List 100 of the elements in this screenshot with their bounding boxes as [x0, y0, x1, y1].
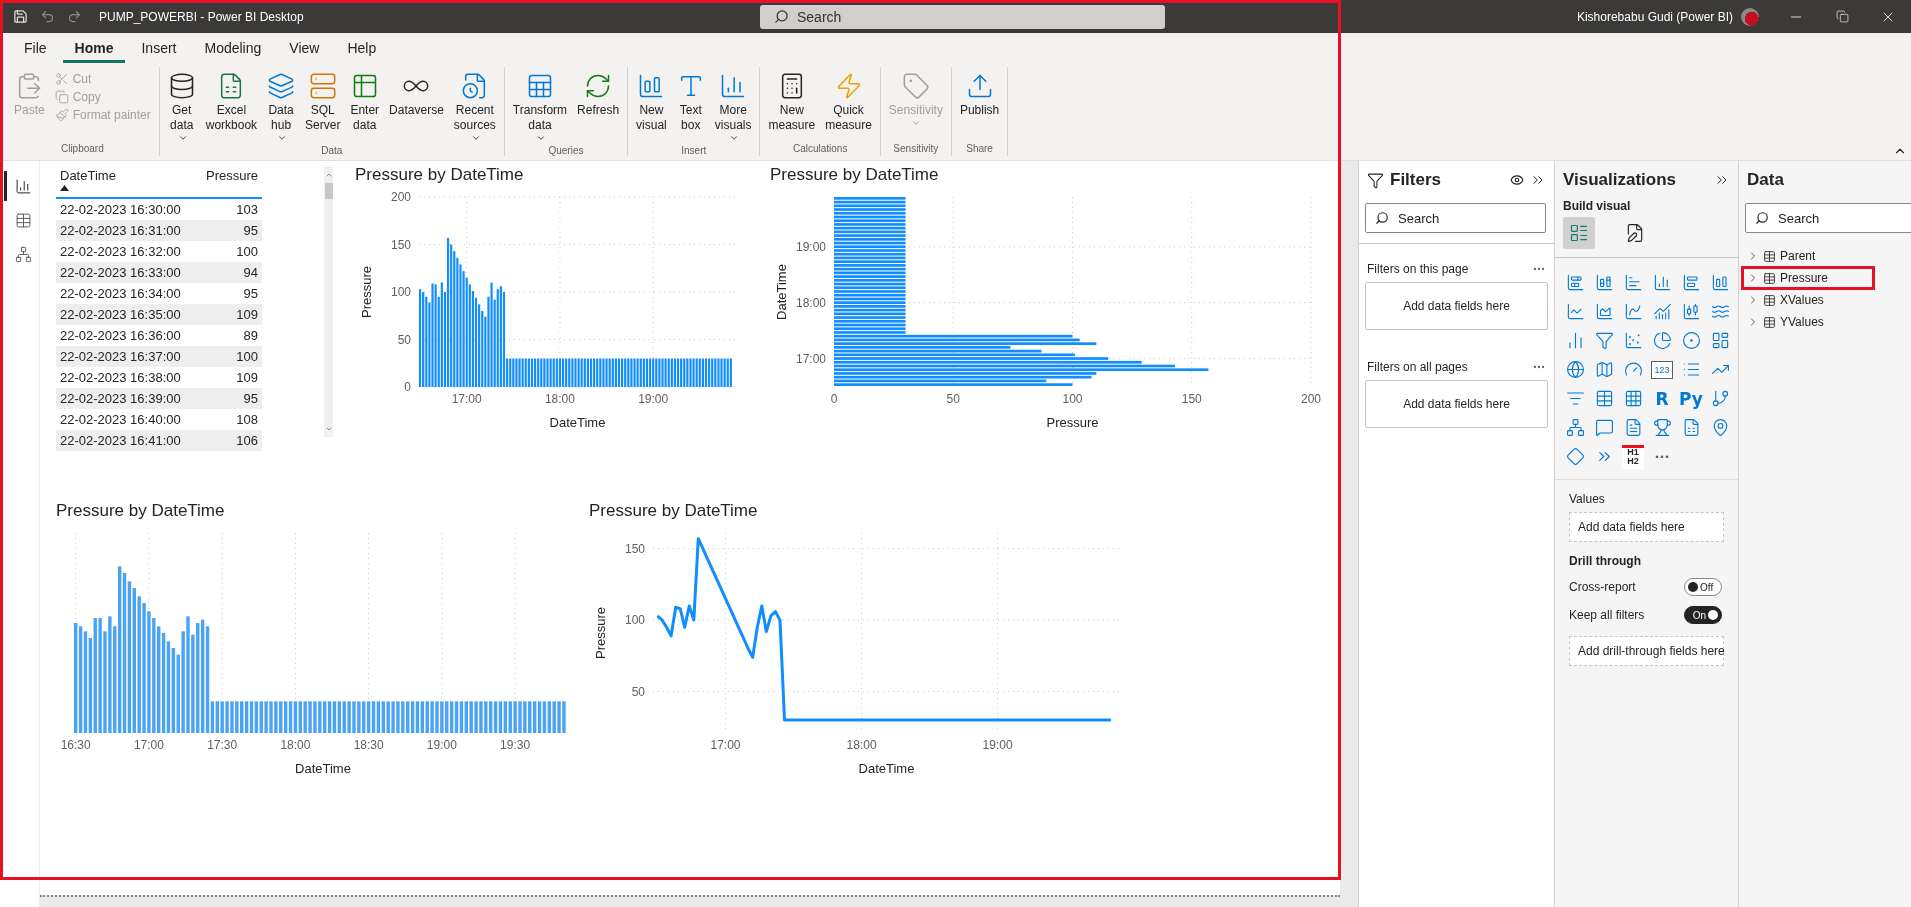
table-cell-text: 22-02-2023 16:31:00 [59, 223, 182, 238]
axis-tick-label: 17:00 [710, 738, 741, 752]
search-field[interactable]: Search [1745, 203, 1911, 233]
axis-tick-label: 200 [1301, 392, 1321, 406]
section-label: Drill through [1568, 554, 1642, 568]
menu-tab[interactable]: Help [335, 33, 389, 63]
axis-tick-label: 0 [404, 380, 411, 394]
table-cell-text: 22-02-2023 16:39:00 [59, 391, 182, 406]
ribbon-button[interactable]: Dataverse [385, 69, 448, 120]
axis-tick-label: 18:00 [544, 392, 575, 406]
drop-zone[interactable]: Add drill-through fields here [1569, 636, 1724, 666]
search-field[interactable]: Search [760, 4, 1165, 29]
table-cell-text: 103 [235, 202, 259, 217]
table-cell-text: 100 [235, 244, 259, 259]
axis-tick-label: 0 [830, 392, 838, 406]
drop-zone[interactable]: Add data fields here [1569, 512, 1724, 542]
script-visual-button[interactable]: Py [1677, 384, 1705, 413]
toggle-label: Keep all filters [1569, 608, 1645, 622]
table-cell-text: 95 [242, 391, 259, 406]
axis-title: DateTime [295, 761, 351, 776]
axis-tick-label: 17:30 [207, 738, 238, 752]
group-label: Data [321, 145, 343, 158]
table-cell-text: 22-02-2023 16:35:00 [59, 307, 182, 322]
script-visual-button[interactable]: R [1648, 384, 1676, 413]
ribbon-button[interactable]: Enter data [346, 69, 384, 135]
axis-tick-label: 19:30 [500, 738, 531, 752]
menu-tab[interactable]: Insert [129, 33, 189, 63]
menu-tab[interactable]: File [12, 33, 59, 63]
ribbon-button[interactable]: SQL Server [301, 69, 345, 135]
table-cell-text: 100 [235, 349, 259, 364]
axis-tick-label: 50 [631, 684, 645, 699]
section-label: Build visual [1562, 199, 1632, 213]
toggle-label: Cross-report [1569, 580, 1636, 594]
user-name: Kishorebabu Gudi (Power BI) [1576, 9, 1733, 24]
ribbon-button[interactable]: Refresh [573, 69, 624, 120]
axis-title: DateTime [858, 761, 915, 776]
table-cell-text: 94 [242, 265, 259, 280]
data-table-item[interactable]: Pressure [1743, 268, 1873, 288]
group-label: Calculations [792, 143, 848, 156]
axis-title: DateTime [774, 264, 789, 320]
data-table-item[interactable]: Parent [1743, 246, 1873, 266]
axis-tick-label: 150 [390, 237, 411, 252]
section-label: Values [1568, 492, 1606, 506]
data-table-item[interactable]: XValues [1743, 290, 1873, 310]
axis-title: Pressure [1046, 415, 1099, 430]
table-cell-text: 109 [235, 307, 259, 322]
menu-tab[interactable]: Home [62, 33, 126, 63]
axis-title: Pressure [593, 607, 608, 659]
pane-title: Filters [1390, 170, 1442, 190]
group-label: Insert [681, 145, 707, 158]
ribbon-button[interactable]: Recent sources [449, 69, 500, 145]
group-label: Queries [548, 145, 584, 158]
search-field[interactable]: Search [1365, 203, 1546, 233]
toggle-switch[interactable]: Off [1684, 578, 1722, 596]
table-cell-text: 22-02-2023 16:34:00 [59, 286, 182, 301]
axis-tick-label: 19:00 [982, 738, 1013, 752]
axis-tick-label: 50 [397, 332, 411, 347]
column-header[interactable]: DateTime [60, 167, 116, 185]
axis-tick-label: 18:00 [795, 295, 826, 310]
column-header[interactable]: Pressure [205, 167, 258, 185]
axis-title: DateTime [549, 415, 606, 430]
chart-title: Pressure by DateTime [56, 500, 225, 522]
pane-title: Data [1747, 170, 1784, 190]
menu-tab[interactable]: View [277, 33, 332, 63]
axis-tick-label: 200 [390, 190, 411, 204]
table-cell-text: 22-02-2023 16:33:00 [59, 265, 182, 280]
drop-zone[interactable]: Add data fields here [1365, 380, 1548, 428]
axis-tick-label: 100 [1062, 392, 1083, 406]
section-label: Filters on this page [1367, 262, 1469, 276]
ribbon-button[interactable]: Text box [672, 69, 709, 135]
ribbon-button[interactable]: Quick measure [821, 69, 876, 135]
group-label: Share [966, 143, 993, 156]
drop-zone[interactable]: Add data fields here [1365, 282, 1548, 330]
group-label: Clipboard [60, 143, 104, 156]
table-cell-text: 22-02-2023 16:30:00 [59, 202, 182, 217]
axis-tick-label: 16:30 [60, 738, 91, 752]
axis-tick-label: 19:00 [638, 392, 669, 406]
ribbon-button[interactable]: Transform data [508, 69, 572, 145]
axis-tick-label: 100 [624, 613, 645, 628]
ribbon-button[interactable]: Data hub [263, 69, 300, 145]
heading-visual-button[interactable]: H1 H2 [1622, 444, 1644, 469]
ribbon-button[interactable]: Publish [955, 69, 1004, 120]
ribbon-button[interactable]: New measure [764, 69, 820, 135]
menu-tab[interactable]: Modeling [192, 33, 274, 63]
table-cell-text: 22-02-2023 16:32:00 [59, 244, 182, 259]
card-visual-button[interactable]: 123 [1651, 360, 1673, 379]
ribbon-button[interactable]: Excel workbook [201, 69, 262, 135]
axis-tick-label: 17:00 [133, 738, 164, 752]
more-visuals-button[interactable]: ··· [1648, 442, 1676, 471]
data-table-item[interactable]: YValues [1743, 312, 1873, 332]
table-cell-text: 22-02-2023 16:41:00 [59, 433, 182, 448]
table-cell-text: 109 [235, 370, 259, 385]
ribbon-button[interactable]: New visual [632, 69, 671, 135]
table-cell-text: 95 [242, 223, 259, 238]
toggle-switch[interactable]: On [1684, 606, 1722, 624]
ribbon-button[interactable]: More visuals [710, 69, 756, 145]
axis-title: Pressure [359, 266, 374, 318]
ribbon-button[interactable]: Get data [163, 69, 200, 145]
table-cell-text: 22-02-2023 16:37:00 [59, 349, 182, 364]
axis-tick-label: 18:30 [353, 738, 384, 752]
